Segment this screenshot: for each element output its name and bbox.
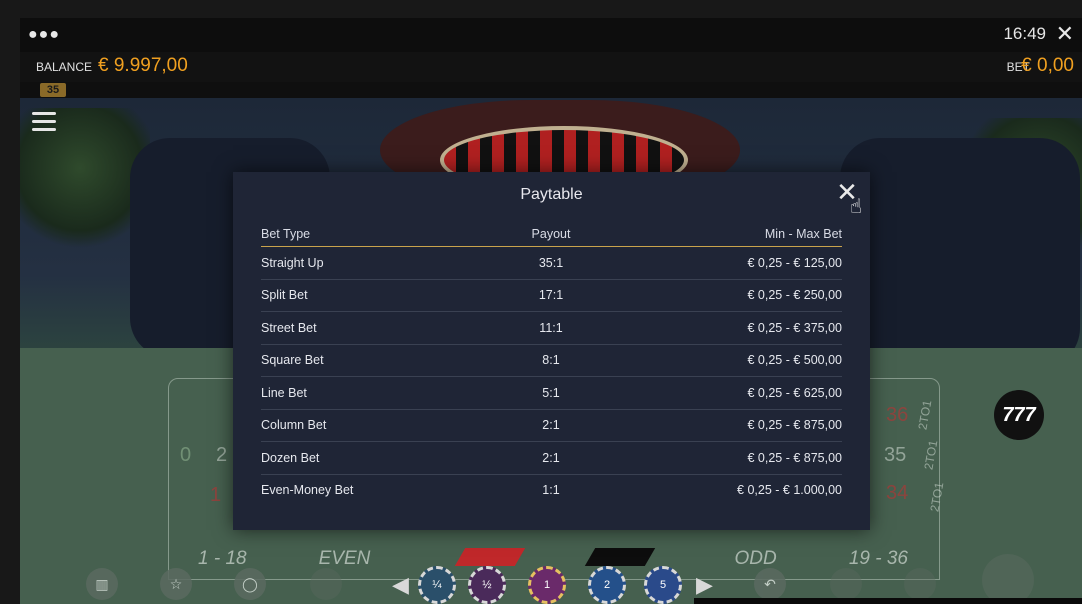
- bet-odd[interactable]: ODD: [705, 548, 807, 570]
- close-icon[interactable]: ✕: [1056, 21, 1074, 47]
- payout-cell: 5:1: [461, 376, 641, 410]
- bet-type-cell: Line Bet: [261, 376, 461, 410]
- chip-2[interactable]: 2: [588, 566, 626, 604]
- table-header-row: Bet Type Payout Min - Max Bet: [261, 222, 842, 247]
- header-bet-type: Bet Type: [261, 222, 461, 247]
- bet-1-18[interactable]: 1 - 18: [168, 548, 277, 570]
- payout-cell: 1:1: [542, 483, 560, 498]
- bet-type-cell: Column Bet: [261, 409, 461, 442]
- bet-type-cell: Street Bet: [261, 311, 461, 345]
- rebet-icon[interactable]: [830, 568, 862, 600]
- bet-type-cell: Straight Up: [261, 246, 461, 280]
- min-max-cell: € 0,25 - € 125,00: [641, 246, 842, 280]
- header-min-max: Min - Max Bet: [641, 222, 842, 247]
- bet-type-cell: Square Bet: [261, 344, 461, 377]
- sofa-right: [840, 138, 1080, 368]
- table-row: Street Bet 11:1 € 0,25 - € 375,00: [261, 311, 842, 345]
- bet-red[interactable]: [454, 548, 526, 566]
- last-number-badge: 35: [40, 83, 66, 97]
- min-max-cell: € 0,25 - € 375,00: [641, 311, 842, 345]
- bet-19-36[interactable]: 19 - 36: [819, 548, 938, 570]
- table-row: Line Bet 5:1 € 0,25 - € 625,00: [261, 376, 842, 410]
- spin-button[interactable]: [982, 554, 1034, 604]
- bet-type-cell: Dozen Bet: [261, 441, 461, 475]
- table-row: Even-Money Bet 1:1 € 0,25 - € 1.000,00: [261, 474, 842, 506]
- header-payout: Payout: [461, 222, 641, 247]
- payout-cell: 8:1: [461, 344, 641, 377]
- bet-even[interactable]: EVEN: [289, 548, 401, 570]
- game-logo: 777: [994, 390, 1044, 440]
- pointer-hand-icon: ☝: [849, 196, 862, 218]
- min-max-cell: € 0,25 - € 625,00: [641, 376, 842, 410]
- more-options-icon[interactable]: ●●●: [28, 26, 60, 44]
- min-max-cell: € 0,25 - € 875,00: [641, 409, 842, 442]
- special-bets-icon[interactable]: [310, 568, 342, 600]
- bottom-overlay-bar: [694, 598, 1082, 604]
- paytable: Bet Type Payout Min - Max Bet Straight U…: [261, 222, 842, 506]
- min-max-cell: € 0,25 - € 875,00: [641, 441, 842, 475]
- clock: 16:49: [1003, 24, 1046, 43]
- chip-scroll-right-icon[interactable]: ▶: [696, 572, 713, 598]
- chip-scroll-left-icon[interactable]: ◀: [392, 572, 409, 598]
- table-row: Dozen Bet 2:1 € 0,25 - € 875,00: [261, 441, 842, 475]
- table-row: Square Bet 8:1 € 0,25 - € 500,00: [261, 344, 842, 377]
- payout-cell: 17:1: [461, 279, 641, 312]
- balance-bar: BALANCE € 9.997,00 BET € 0,00: [20, 52, 1082, 82]
- chip-5[interactable]: 5: [644, 566, 682, 604]
- bet-type-cell: Split Bet: [261, 279, 461, 312]
- balance-value: € 9.997,00: [98, 55, 188, 76]
- chip-half[interactable]: ½: [468, 566, 506, 604]
- number-1[interactable]: 1: [210, 484, 221, 507]
- chip-quarter[interactable]: ¼: [418, 566, 456, 604]
- number-36[interactable]: 36: [886, 404, 908, 427]
- number-34[interactable]: 34: [886, 482, 908, 505]
- payout-cell: 2:1: [461, 441, 641, 475]
- table-row: Straight Up 35:1 € 0,25 - € 125,00: [261, 246, 842, 280]
- min-max-cell: € 0,25 - € 250,00: [641, 279, 842, 312]
- table-row: Column Bet 2:1 € 0,25 - € 875,00: [261, 409, 842, 442]
- paytable-title: Paytable: [520, 186, 583, 203]
- clear-icon[interactable]: [904, 568, 936, 600]
- number-2[interactable]: 2: [216, 444, 227, 467]
- undo-icon[interactable]: ↶: [754, 568, 786, 600]
- favourites-icon[interactable]: ☆: [160, 568, 192, 600]
- statistics-icon[interactable]: ▥: [86, 568, 118, 600]
- history-strip: 35: [20, 82, 1082, 98]
- zero-label[interactable]: 0: [180, 444, 191, 467]
- top-bar: ●●● 16:49 ✕: [20, 18, 1082, 52]
- payout-cell: 2:1: [461, 409, 641, 442]
- bet-black[interactable]: [584, 548, 656, 566]
- paytable-modal: Paytable ✕ ☝ Bet Type Payout Min - Max B…: [233, 172, 870, 530]
- menu-icon[interactable]: [32, 112, 56, 136]
- bet-value: € 0,00: [1021, 55, 1074, 76]
- balance-label: BALANCE: [36, 60, 93, 74]
- table-row: Split Bet 17:1 € 0,25 - € 250,00: [261, 279, 842, 312]
- min-max-cell: € 0,25 - € 1.000,00: [737, 483, 842, 498]
- chip-1[interactable]: 1: [528, 566, 566, 604]
- min-max-cell: € 0,25 - € 500,00: [641, 344, 842, 377]
- number-35[interactable]: 35: [884, 444, 906, 467]
- payout-cell: 35:1: [461, 246, 641, 280]
- payout-cell: 11:1: [461, 311, 641, 345]
- bet-type-cell: Even-Money Bet: [261, 483, 354, 498]
- racetrack-icon[interactable]: ◯: [234, 568, 266, 600]
